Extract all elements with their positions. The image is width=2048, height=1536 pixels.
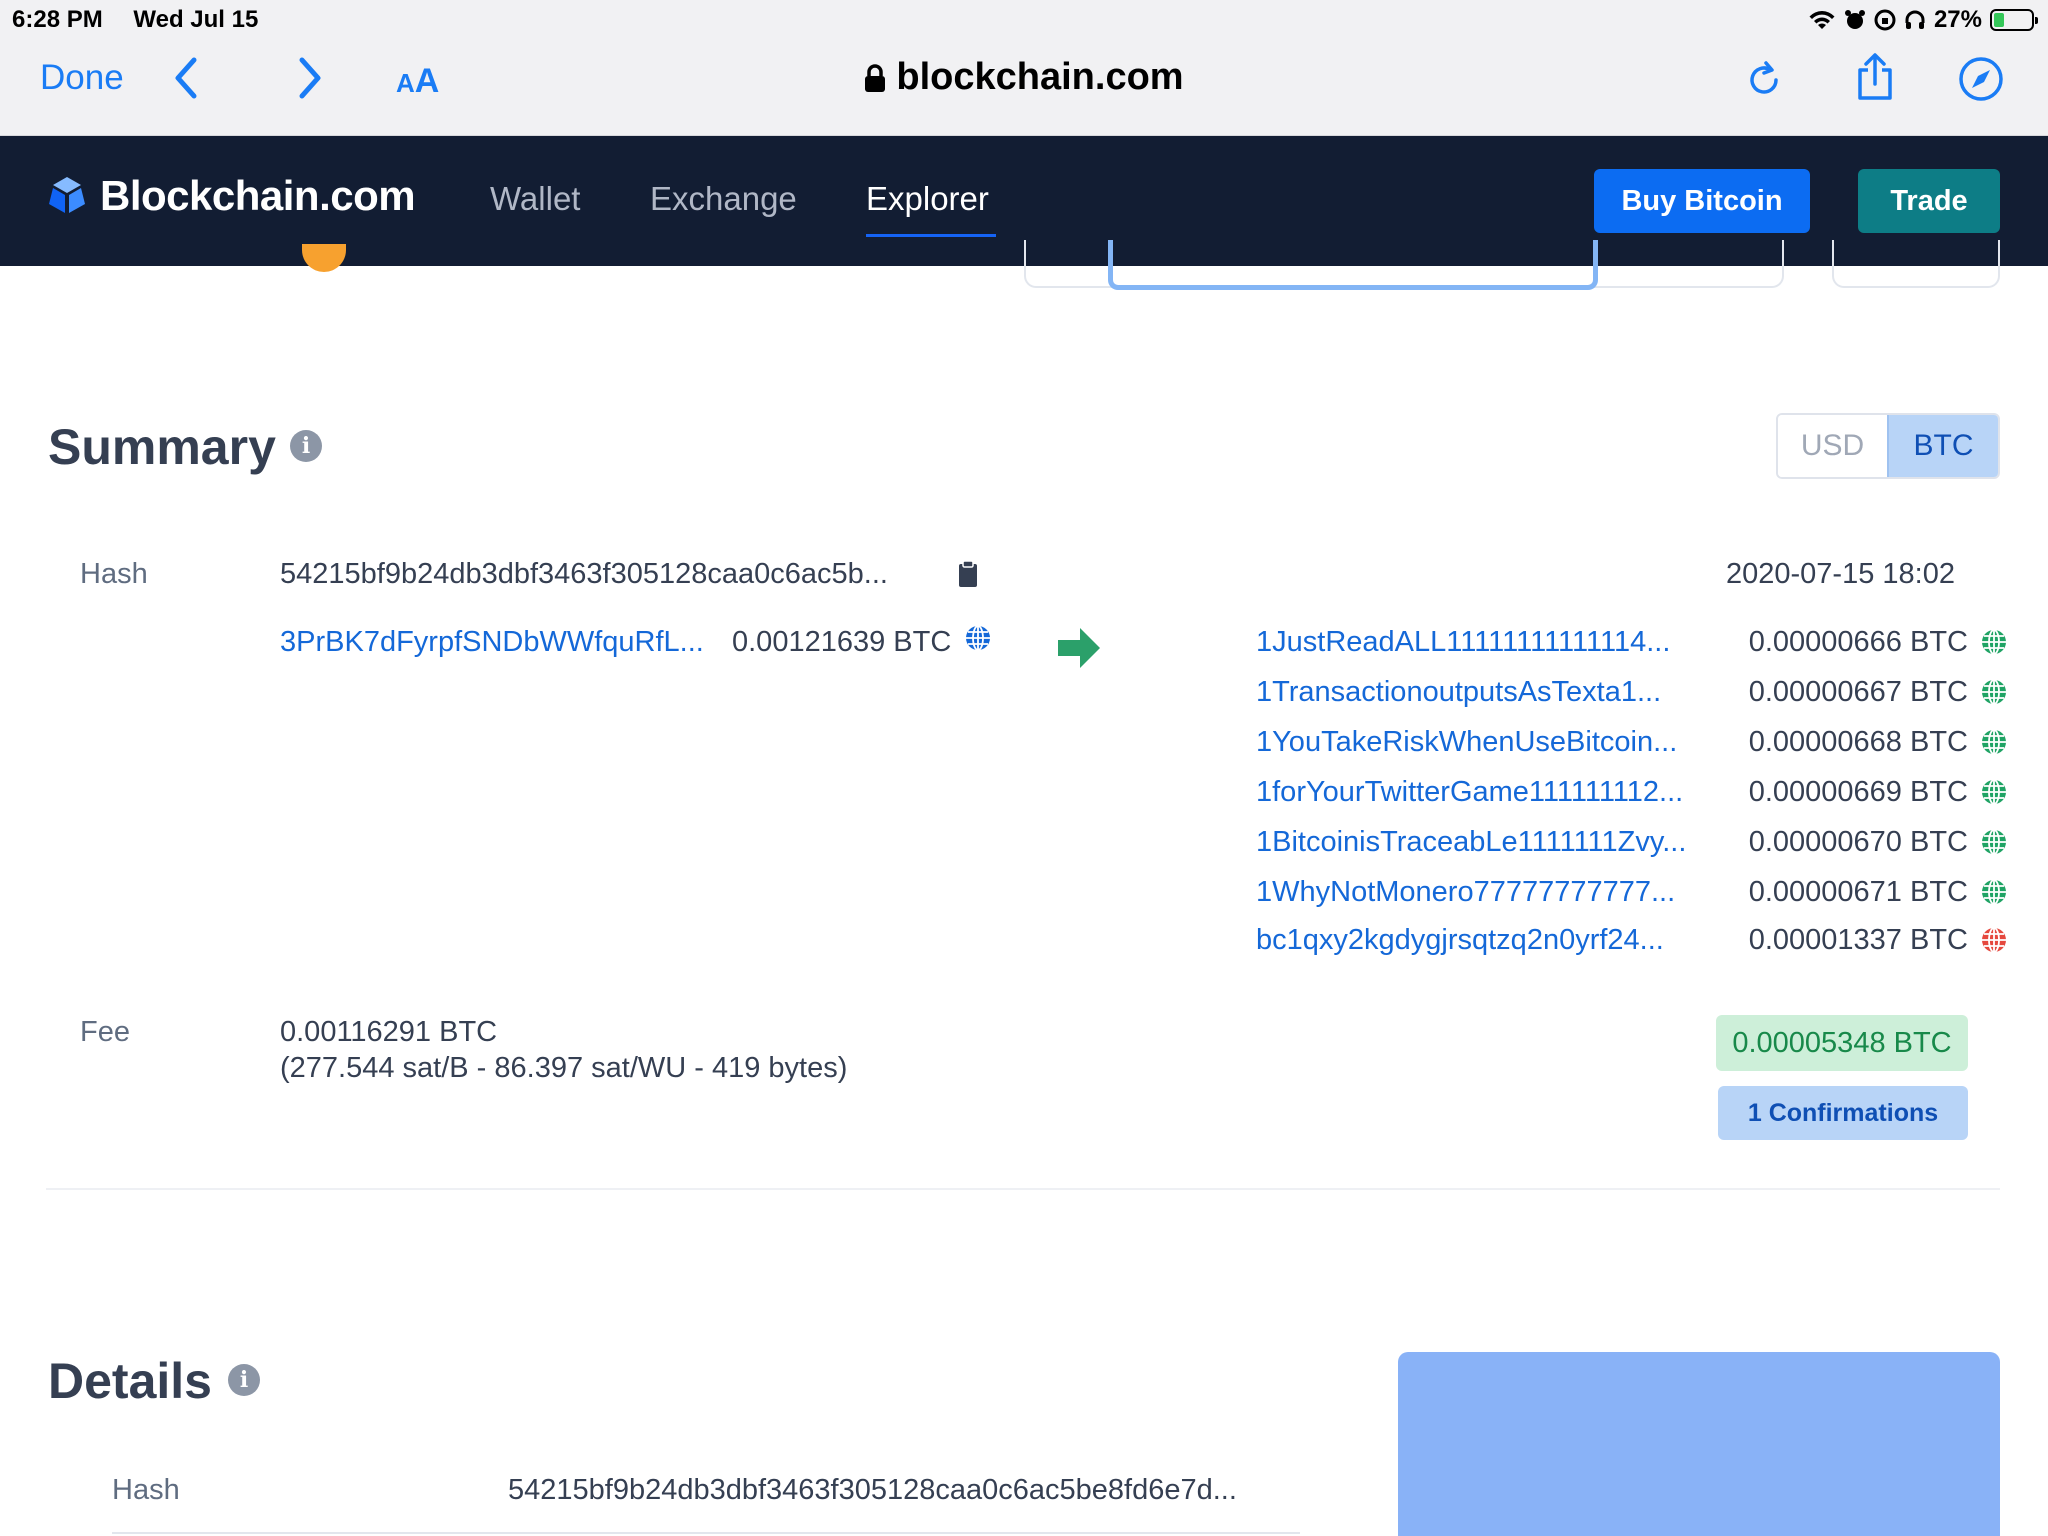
currency-btc-option[interactable]: BTC (1887, 415, 1998, 477)
browser-chrome: 6:28 PM Wed Jul 15 27% Done AA blockchai… (0, 0, 2048, 136)
status-bar-right: 27% (1808, 6, 2038, 34)
output-row: 1JustReadALL11111111111114... 0.00000666… (1256, 626, 2008, 666)
nav-explorer[interactable]: Explorer (866, 180, 989, 218)
globe-icon[interactable] (1980, 926, 2008, 954)
output-amount: 0.00000669 BTC (1748, 776, 1968, 808)
summary-info-icon[interactable]: i (290, 430, 322, 462)
hash-label: Hash (80, 558, 148, 590)
output-amount: 0.00000671 BTC (1748, 876, 1968, 908)
status-date: Wed Jul 15 (133, 6, 259, 33)
globe-icon[interactable] (1980, 878, 2008, 906)
currency-usd-option[interactable]: USD (1778, 415, 1887, 477)
nav-wallet[interactable]: Wallet (490, 180, 580, 218)
output-amount: 0.00000667 BTC (1748, 676, 1968, 708)
orientation-lock-icon (1874, 9, 1896, 31)
address-bar[interactable]: blockchain.com (0, 56, 2048, 99)
output-row: bc1qxy2kgdygjrsqtzq2n0yrf24... 0.0000133… (1256, 924, 2008, 964)
summary-title: Summary (48, 419, 276, 475)
compass-icon[interactable] (1958, 56, 2004, 102)
alarm-icon (1844, 10, 1865, 29)
output-row: 1YouTakeRiskWhenUseBitcoin... 0.00000668… (1256, 726, 2008, 766)
status-time: 6:28 PM (12, 6, 103, 33)
output-address[interactable]: 1YouTakeRiskWhenUseBitcoin... (1256, 726, 1677, 759)
blockchain-logo-icon (49, 177, 85, 213)
battery-percent: 27% (1933, 6, 1982, 33)
battery-icon (1990, 9, 2038, 31)
lock-icon (865, 64, 886, 92)
input-address[interactable]: 3PrBK7dFyrpfSNDbWWfquRfL... (280, 626, 704, 659)
fee-label: Fee (80, 1016, 130, 1048)
headphones-icon (1905, 10, 1925, 29)
logo-text: Blockchain.com (100, 172, 416, 219)
output-address[interactable]: 1TransactionoutputsAsTexta1... (1256, 676, 1661, 709)
fee-value: 0.00116291 BTC (280, 1016, 498, 1048)
nav-active-indicator (866, 234, 996, 237)
total-output-badge: 0.00005348 BTC (1716, 1015, 1968, 1071)
output-address[interactable]: bc1qxy2kgdygjrsqtzq2n0yrf24... (1256, 924, 1664, 957)
output-amount: 0.00000670 BTC (1748, 826, 1968, 858)
details-row-divider (112, 1532, 1300, 1534)
site-logo[interactable]: Blockchain.com (46, 172, 416, 220)
reload-icon[interactable] (1746, 58, 1782, 98)
trade-button[interactable]: Trade (1858, 169, 2000, 233)
output-address[interactable]: 1forYourTwitterGame111111112... (1256, 776, 1683, 809)
url-text: blockchain.com (896, 56, 1184, 98)
globe-icon[interactable] (1980, 628, 2008, 656)
input-amount: 0.00121639 BTC (732, 626, 952, 658)
output-amount: 0.00000668 BTC (1748, 726, 1968, 758)
wifi-icon (1809, 11, 1835, 29)
output-row: 1forYourTwitterGame111111112... 0.000006… (1256, 776, 2008, 816)
details-title: Details (48, 1353, 212, 1409)
globe-icon[interactable] (1980, 728, 2008, 756)
buy-bitcoin-button[interactable]: Buy Bitcoin (1594, 169, 1810, 233)
details-side-panel (1398, 1352, 2000, 1536)
share-icon[interactable] (1854, 52, 1896, 102)
globe-icon[interactable] (1980, 678, 2008, 706)
currency-toggle[interactable]: USD BTC (1776, 413, 2000, 479)
clipboard-icon[interactable] (958, 560, 978, 588)
output-row: 1WhyNotMonero77777777777... 0.00000671 B… (1256, 876, 2008, 916)
details-info-icon[interactable]: i (228, 1364, 260, 1396)
section-divider (46, 1188, 2000, 1190)
output-address[interactable]: 1BitcoinisTraceabLe1111111Zvy... (1256, 826, 1686, 859)
search-input-partial[interactable] (1108, 240, 1598, 290)
dropdown-partial[interactable] (1832, 240, 2000, 288)
globe-icon[interactable] (1980, 778, 2008, 806)
output-address[interactable]: 1WhyNotMonero77777777777... (1256, 876, 1675, 909)
output-address[interactable]: 1JustReadALL11111111111114... (1256, 626, 1670, 659)
output-row: 1TransactionoutputsAsTexta1... 0.0000066… (1256, 676, 2008, 716)
details-hash-label: Hash (112, 1474, 180, 1506)
fee-detail: (277.544 sat/B - 86.397 sat/WU - 419 byt… (280, 1052, 848, 1084)
status-bar-left: 6:28 PM Wed Jul 15 (12, 6, 282, 34)
transaction-hash[interactable]: 54215bf9b24db3dbf3463f305128caa0c6ac5b..… (280, 558, 888, 591)
output-amount: 0.00000666 BTC (1748, 626, 1968, 658)
transaction-timestamp: 2020-07-15 18:02 (1726, 558, 1955, 590)
globe-icon[interactable] (1980, 828, 2008, 856)
output-row: 1BitcoinisTraceabLe1111111Zvy... 0.00000… (1256, 826, 2008, 866)
globe-icon[interactable] (964, 624, 992, 652)
bitcoin-logo-partial (302, 244, 346, 272)
arrow-right-icon (1058, 628, 1100, 668)
output-amount: 0.00001337 BTC (1748, 924, 1968, 956)
nav-exchange[interactable]: Exchange (650, 180, 797, 218)
confirmations-badge: 1 Confirmations (1718, 1086, 1968, 1140)
details-hash[interactable]: 54215bf9b24db3dbf3463f305128caa0c6ac5be8… (508, 1474, 1237, 1507)
